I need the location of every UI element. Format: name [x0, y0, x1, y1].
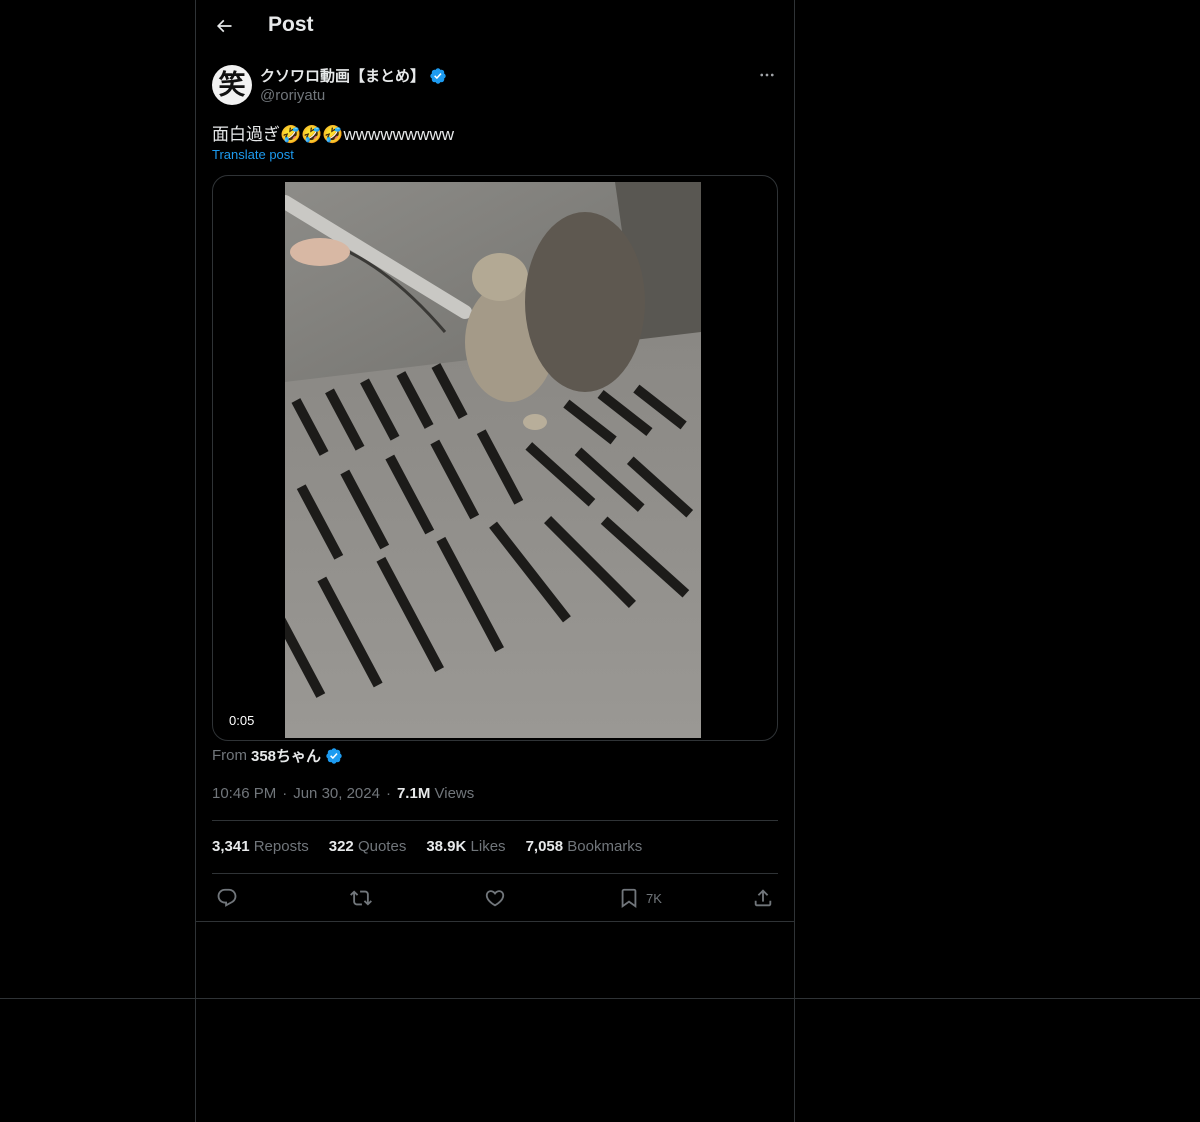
video-frame: [285, 182, 701, 738]
column-border-left: [195, 0, 196, 1122]
share-button[interactable]: [752, 884, 774, 912]
translate-post-link[interactable]: Translate post: [212, 147, 294, 162]
quotes-count: 322: [328, 838, 354, 855]
post-header: Post: [196, 0, 794, 53]
video-duration: 0:05: [223, 711, 261, 730]
quotes-label: Quotes: [357, 838, 407, 855]
avatar-glyph: 笑: [218, 69, 246, 101]
bookmarks-count: 7,058: [525, 838, 564, 855]
repost-icon: [350, 890, 372, 906]
likes-stat[interactable]: 38.9K Likes: [426, 838, 505, 855]
reply-button[interactable]: [216, 884, 238, 912]
post-stats: 3,341 Reposts 322 Quotes 38.9K Likes 7,0…: [212, 838, 642, 855]
post-time[interactable]: 10:46 PM: [212, 785, 276, 802]
video-still-image: [285, 182, 701, 738]
likes-label: Likes: [470, 838, 506, 855]
quotes-stat[interactable]: 322 Quotes: [329, 838, 407, 855]
verified-badge-icon: [326, 747, 342, 764]
display-name[interactable]: クソワロ動画【まとめ】: [260, 65, 425, 86]
reposts-stat[interactable]: 3,341 Reposts: [212, 838, 309, 855]
like-icon: [485, 890, 505, 907]
source-name[interactable]: 358ちゃん: [251, 745, 321, 766]
avatar[interactable]: 笑: [212, 65, 252, 105]
author-handle[interactable]: @roriyatu: [260, 87, 325, 104]
stats-top-divider: [212, 820, 778, 821]
more-button[interactable]: [756, 64, 778, 86]
video-player[interactable]: 0:05: [212, 175, 778, 741]
reply-icon: [217, 888, 237, 907]
source-prefix: From: [212, 747, 247, 764]
bookmark-icon: [621, 888, 637, 909]
verified-badge-icon: [429, 67, 447, 85]
like-button[interactable]: [484, 884, 506, 912]
page-title: Post: [268, 13, 314, 36]
post-text: 面白過ぎ🤣🤣🤣wwwwwwwww: [212, 125, 454, 144]
bookmarks-stat[interactable]: 7,058 Bookmarks: [526, 838, 643, 855]
column-border-right: [794, 0, 795, 1122]
meta-separator: ·: [282, 785, 288, 802]
meta-separator: ·: [385, 785, 391, 802]
repost-button[interactable]: [350, 884, 372, 912]
post-bottom-divider: [196, 921, 794, 922]
back-arrow-icon: [216, 19, 232, 33]
views-label: Views: [434, 785, 475, 802]
page: Post 笑 クソワロ動画【まとめ】 @roriyatu 面白過ぎ🤣🤣🤣wwww…: [0, 0, 1200, 1122]
back-button[interactable]: [208, 10, 240, 42]
stats-bottom-divider: [212, 873, 778, 874]
display-name-row: クソワロ動画【まとめ】: [260, 65, 447, 86]
reposts-label: Reposts: [253, 838, 309, 855]
post-date[interactable]: Jun 30, 2024: [293, 785, 380, 802]
more-icon: [760, 73, 774, 77]
reposts-count: 3,341: [212, 838, 250, 855]
source-attribution: From 358ちゃん: [212, 745, 343, 766]
views-count: 7.1M: [396, 785, 431, 802]
page-divider: [0, 998, 1200, 999]
bookmarks-label: Bookmarks: [567, 838, 643, 855]
bookmark-count: 7K: [646, 890, 662, 906]
post-author: 笑 クソワロ動画【まとめ】 @roriyatu: [212, 64, 778, 108]
likes-count: 38.9K: [426, 838, 467, 855]
post-meta: 10:46 PM · Jun 30, 2024 · 7.1M Views: [212, 785, 474, 802]
share-icon: [754, 889, 772, 907]
bookmark-button[interactable]: 7K: [618, 884, 662, 912]
